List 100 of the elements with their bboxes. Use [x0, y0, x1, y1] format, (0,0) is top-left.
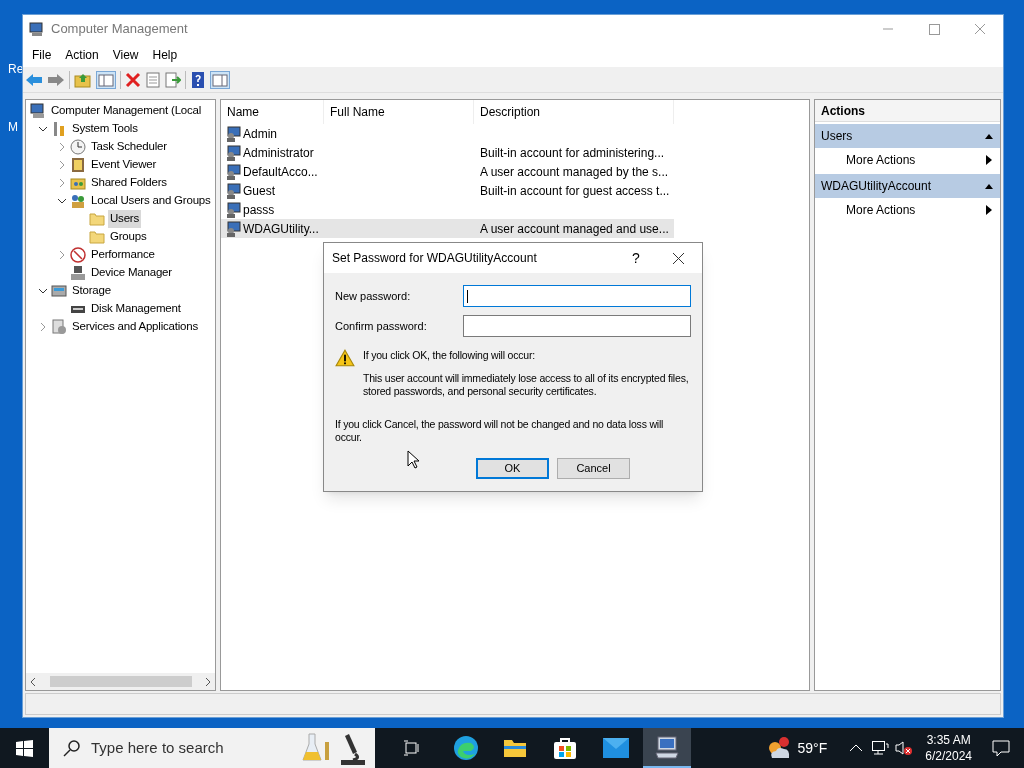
- table-row[interactable]: Guest Built-in account for guest access t...: [221, 181, 674, 200]
- dialog-button[interactable]: OK: [476, 458, 549, 479]
- clock-icon: [70, 139, 86, 155]
- actions-header: Actions: [815, 100, 1000, 122]
- chevron-up-icon[interactable]: [849, 743, 864, 753]
- warning-heading: If you click OK, the following will occur:: [363, 349, 536, 362]
- edge-browser-icon[interactable]: [453, 735, 479, 761]
- delete-icon[interactable]: [125, 71, 141, 88]
- user-icon: [225, 163, 241, 180]
- user-icon: [225, 144, 241, 161]
- table-cell-text: Administrator: [243, 144, 314, 162]
- menu-item[interactable]: Action: [58, 46, 106, 64]
- services-icon: [51, 319, 67, 335]
- console-tree-icon[interactable]: [96, 70, 116, 89]
- folder-icon: [89, 211, 105, 227]
- notification-icon[interactable]: [992, 739, 1010, 757]
- clock-date[interactable]: 6/2/2024: [925, 748, 972, 764]
- tree-item[interactable]: Task Scheduler: [89, 138, 169, 156]
- forward-arrow-icon[interactable]: [47, 71, 65, 88]
- password-field[interactable]: [462, 315, 691, 337]
- windows-start-icon[interactable]: [16, 739, 33, 757]
- folder-icon: [89, 229, 105, 245]
- search-placeholder: Type here to search: [91, 737, 224, 758]
- chevron-down-icon[interactable]: [37, 124, 48, 134]
- search-box[interactable]: Type here to search: [49, 728, 375, 768]
- table-row[interactable]: Admin: [221, 124, 674, 143]
- table-cell-text: WDAGUtility...: [243, 220, 319, 238]
- menu-item[interactable]: File: [25, 46, 59, 64]
- chevron-down-icon[interactable]: [37, 286, 48, 296]
- shared-folder-icon: [70, 175, 86, 191]
- menu-item[interactable]: View: [105, 46, 146, 64]
- action-section-title: Users: [821, 128, 853, 145]
- action-section-header[interactable]: Users: [815, 124, 1000, 148]
- scroll-left-icon[interactable]: [28, 676, 38, 687]
- tree-item[interactable]: Groups: [108, 228, 149, 246]
- flask-microscope-icon: [301, 730, 367, 766]
- user-icon: [225, 125, 241, 142]
- folder-icon[interactable]: [503, 737, 527, 759]
- table-row[interactable]: DefaultAcco... A user account managed by the s...: [221, 162, 674, 181]
- tree-item[interactable]: Performance: [89, 246, 157, 264]
- folder-up-icon[interactable]: [74, 71, 92, 88]
- tools-icon: [51, 121, 67, 137]
- tree-item[interactable]: Local Users and Groups: [89, 192, 213, 210]
- cancel-note: If you click Cancel, the password will not be changed and no data loss will occur.: [335, 418, 665, 444]
- submenu-arrow-icon: [986, 155, 992, 165]
- clock-time[interactable]: 3:35 AM: [926, 732, 971, 748]
- tree-item[interactable]: Device Manager: [89, 264, 174, 282]
- chevron-down-icon[interactable]: [56, 196, 67, 206]
- mouse-pointer-icon: [407, 450, 420, 469]
- export-icon[interactable]: [165, 71, 181, 88]
- tree-item[interactable]: System Tools: [70, 120, 140, 138]
- device-manager-icon: [70, 265, 86, 281]
- tree-item[interactable]: Event Viewer: [89, 156, 159, 174]
- table-cell-text: Built-in account for guest access t...: [479, 183, 670, 198]
- menu-item[interactable]: Help: [145, 46, 185, 64]
- help-button[interactable]: ?: [616, 243, 656, 273]
- table-cell-text: DefaultAcco...: [243, 163, 318, 181]
- table-cell-text: A user account managed and use...: [479, 221, 669, 236]
- table-row[interactable]: passs: [221, 200, 674, 219]
- tree-item[interactable]: Services and Applications: [70, 318, 201, 336]
- tree-item[interactable]: Users: [108, 210, 142, 228]
- tree-item[interactable]: Computer Management (Local: [49, 102, 204, 120]
- temperature[interactable]: 59°F: [797, 737, 828, 759]
- action-link[interactable]: More Actions: [846, 151, 916, 169]
- warning-icon: [335, 349, 355, 367]
- column-header[interactable]: Full Name: [324, 100, 474, 124]
- network-icon[interactable]: [871, 740, 890, 756]
- volume-muted-icon[interactable]: [895, 740, 914, 756]
- action-section-header[interactable]: WDAGUtilityAccount: [815, 174, 1000, 198]
- horizontal-scrollbar[interactable]: [26, 673, 215, 690]
- field-label: New password:: [335, 288, 412, 304]
- desktop-icon-label[interactable]: Re: [0, 60, 24, 78]
- column-header[interactable]: Name: [221, 100, 324, 124]
- tree-item[interactable]: Storage: [70, 282, 113, 300]
- computer-icon: [29, 21, 45, 37]
- table-cell-text: passs: [243, 201, 275, 219]
- table-row[interactable]: Administrator Built-in account for administering...: [221, 143, 674, 162]
- scroll-thumb[interactable]: [49, 676, 192, 687]
- action-section-title: WDAGUtilityAccount: [821, 178, 932, 195]
- action-link[interactable]: More Actions: [846, 201, 916, 219]
- dialog-button[interactable]: Cancel: [557, 458, 630, 479]
- computer-icon: [30, 103, 46, 119]
- performance-icon: [70, 247, 86, 263]
- back-arrow-icon[interactable]: [25, 71, 43, 88]
- desktop-icon-label[interactable]: M: [0, 118, 24, 136]
- password-field[interactable]: [462, 285, 691, 307]
- active-app-button[interactable]: [643, 728, 691, 768]
- task-view-icon[interactable]: [403, 740, 421, 756]
- tree-item[interactable]: Disk Management: [89, 300, 183, 318]
- tree-item[interactable]: Shared Folders: [89, 174, 169, 192]
- users-icon: [70, 193, 86, 209]
- column-header[interactable]: Description: [474, 100, 674, 124]
- submenu-arrow-icon: [986, 205, 992, 215]
- event-viewer-icon: [70, 157, 86, 173]
- user-icon: [225, 182, 241, 199]
- help-icon[interactable]: [190, 71, 206, 88]
- table-row[interactable]: WDAGUtility... A user account managed and use...: [221, 219, 674, 238]
- search-icon: [63, 739, 81, 757]
- scroll-right-icon[interactable]: [203, 676, 213, 687]
- store-bag-icon[interactable]: [553, 736, 577, 760]
